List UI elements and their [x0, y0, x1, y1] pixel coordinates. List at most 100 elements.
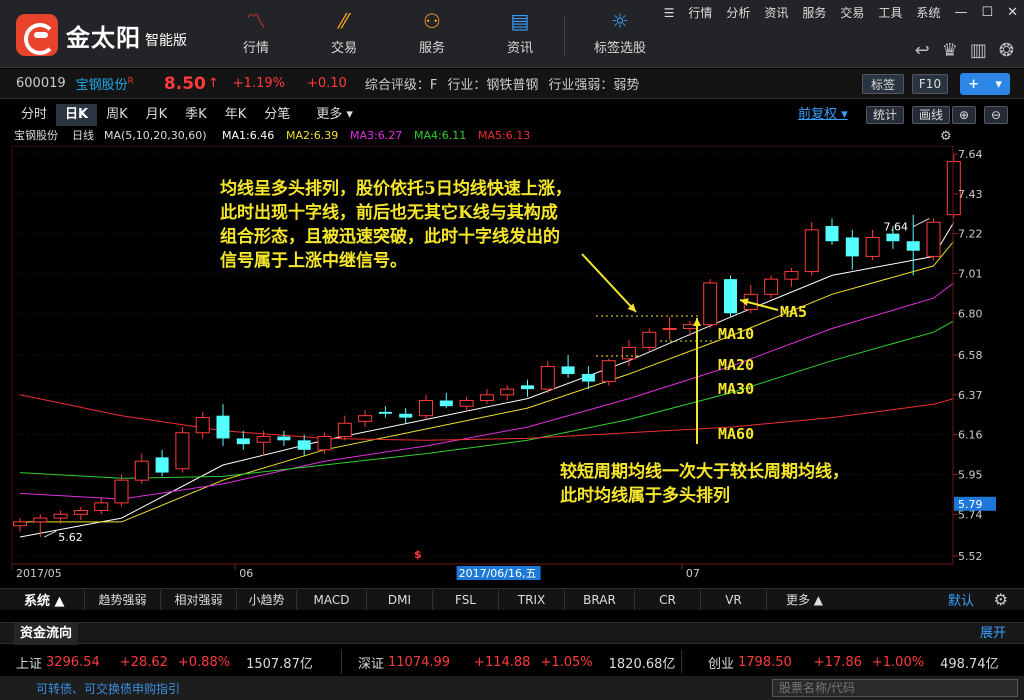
candle-body [13, 521, 27, 527]
expand-button[interactable]: 展开 [980, 623, 1006, 645]
y-tick-label: 7.64 [958, 148, 983, 161]
default-button[interactable]: 默认 [948, 590, 974, 609]
tab-weekly-k[interactable]: 周K [97, 104, 137, 126]
candle-body [642, 331, 657, 348]
stats-button[interactable]: 统计 [866, 106, 905, 124]
candle [703, 279, 718, 329]
maximize-icon[interactable]: ☐ [981, 5, 993, 20]
kline-chart[interactable]: 宝钢股份 日线 MA(5,10,20,30,60) MA1:6.46 MA2:6.39 M… [0, 126, 1024, 586]
indicator-tabs: 趋势强弱 相对强弱 小趋势 MACD DMI FSL TRIX BRAR CR VR 更多 ▲ [84, 589, 842, 610]
tab-yearly-k[interactable]: 年K [216, 104, 256, 126]
candle [926, 218, 941, 261]
tab-intraday[interactable]: 分时 [12, 104, 56, 126]
candle-body [73, 509, 88, 515]
tab-more[interactable]: 更多 ▾ [307, 104, 362, 126]
candle-body [561, 366, 575, 374]
candle-body [662, 327, 677, 330]
index-value: 3296.54 [46, 654, 100, 670]
menu-quotes[interactable]: 行情 [688, 4, 712, 21]
bond-subscription-link[interactable]: 可转债、可交换债申购指引 [36, 680, 180, 697]
nav-quotes[interactable]: 〽 行情 [212, 6, 300, 64]
indicator-tab[interactable]: TRIX [498, 589, 564, 610]
close-icon[interactable]: ✕ [1007, 5, 1018, 20]
menu-analysis[interactable]: 分析 [726, 4, 750, 21]
index-chinext[interactable]: 创业 1798.50 +17.86 +1.00% 498.74亿 [682, 650, 1024, 674]
indicator-tab[interactable]: CR [634, 589, 700, 610]
tab-monthly-k[interactable]: 月K [137, 104, 177, 126]
toolbar-icons: ↩ ♛ ▥ ❂ [903, 40, 1014, 61]
minimize-icon[interactable]: — [954, 5, 967, 20]
tab-quarterly-k[interactable]: 季K [176, 104, 216, 126]
trophy-icon[interactable]: ♛ [942, 40, 958, 61]
legend-ma-value: MA2:6.39 [286, 129, 338, 142]
menu-service[interactable]: 服务 [802, 4, 826, 21]
candle-body [804, 229, 819, 273]
adjust-dropdown[interactable]: 前复权 ▾ [798, 104, 848, 126]
candle-body [53, 513, 68, 519]
money-flow-title[interactable]: 资金流向 [14, 623, 79, 645]
annotation-bottom-line: 此时均线属于多头排列 [560, 485, 730, 506]
indicator-tab[interactable]: 相对强弱 [160, 589, 236, 610]
indicator-tab[interactable]: MACD [296, 589, 366, 610]
annotation-bottom-line: 较短周期均线一次大于较长周期均线， [560, 461, 849, 482]
tag-button[interactable]: 标签 [862, 74, 904, 94]
zoom-in-icon[interactable]: ⊕ [952, 106, 977, 124]
y-tick-label: 5.95 [958, 468, 983, 481]
index-value: 1798.50 [738, 654, 792, 670]
candle-body [419, 400, 433, 417]
candle-body [337, 422, 352, 438]
candle-body [33, 517, 48, 523]
gear-icon[interactable]: ⚙ [994, 590, 1008, 609]
index-volume: 1507.87亿 [246, 656, 313, 672]
indicator-tab[interactable]: VR [700, 589, 766, 610]
zoom-out-icon[interactable]: ⊖ [984, 106, 1009, 124]
stock-price: 8.50 [163, 73, 206, 94]
y-tick-label: 7.43 [958, 188, 983, 201]
low-label: 5.62 [58, 531, 83, 544]
draw-line-button[interactable]: 画线 [912, 106, 951, 124]
indicator-tab[interactable]: 小趋势 [236, 589, 296, 610]
back-icon[interactable]: ↩ [915, 40, 930, 61]
stock-pct: +1.19% [232, 76, 285, 91]
ma-label: MA10 [718, 325, 754, 343]
indicator-tab[interactable]: BRAR [564, 589, 634, 610]
money-flow-bar: 资金流向 展开 [0, 622, 1024, 645]
index-change: +114.88 [474, 654, 531, 670]
tab-ticks[interactable]: 分笔 [255, 104, 299, 126]
tab-daily-k[interactable]: 日K [56, 104, 98, 126]
nav-news[interactable]: ▤ 资讯 [476, 6, 564, 64]
add-watchlist-button[interactable]: + ▾ [960, 73, 1010, 95]
nav-service[interactable]: ⚇ 服务 [388, 6, 476, 64]
candle-body [540, 365, 555, 390]
f10-button[interactable]: F10 [912, 74, 948, 94]
swirl-icon[interactable]: ❂ [999, 40, 1014, 61]
stock-search-input[interactable] [772, 679, 1018, 697]
menu-tools[interactable]: 工具 [878, 4, 902, 21]
dropdown-icon: ▾ [995, 76, 1002, 92]
menu-news[interactable]: 资讯 [764, 4, 788, 21]
menu-system[interactable]: 系统 [916, 4, 940, 21]
indicator-tab[interactable]: 更多 ▲ [766, 589, 842, 610]
menu-list-icon[interactable]: ☰ [664, 6, 675, 20]
nav-label: 服务 [418, 41, 445, 56]
candle-body [724, 279, 737, 314]
status-bar: 可转债、可交换债申购指引 [0, 676, 1024, 700]
system-indicators[interactable]: 系统 ▲ [24, 590, 84, 609]
menu-trade[interactable]: 交易 [840, 4, 864, 21]
indicator-tab[interactable]: FSL [432, 589, 498, 610]
index-name: 上证 [16, 656, 43, 672]
candle-body [134, 460, 149, 481]
annotation-top-line: 信号属于上涨中继信号。 [220, 250, 407, 271]
bank-icon[interactable]: ▥ [970, 40, 987, 61]
indicator-tab[interactable]: 趋势强弱 [84, 589, 160, 610]
sun-logo-icon [16, 14, 58, 56]
candle-body [622, 346, 636, 360]
index-shanghai[interactable]: 上证 3296.54 +28.62 +0.88% 1507.87亿 [0, 650, 342, 674]
stock-name[interactable]: 宝钢股份R [76, 74, 134, 93]
indicator-tab[interactable]: DMI [366, 589, 432, 610]
index-shenzhen[interactable]: 深证 11074.99 +114.88 +1.05% 1820.68亿 [342, 650, 682, 674]
candle [946, 154, 961, 219]
y-tick-label: 6.80 [958, 307, 983, 320]
nav-trade[interactable]: ⁄⁄ 交易 [300, 6, 388, 64]
app-logo: 金太阳 智能版 [16, 14, 187, 56]
